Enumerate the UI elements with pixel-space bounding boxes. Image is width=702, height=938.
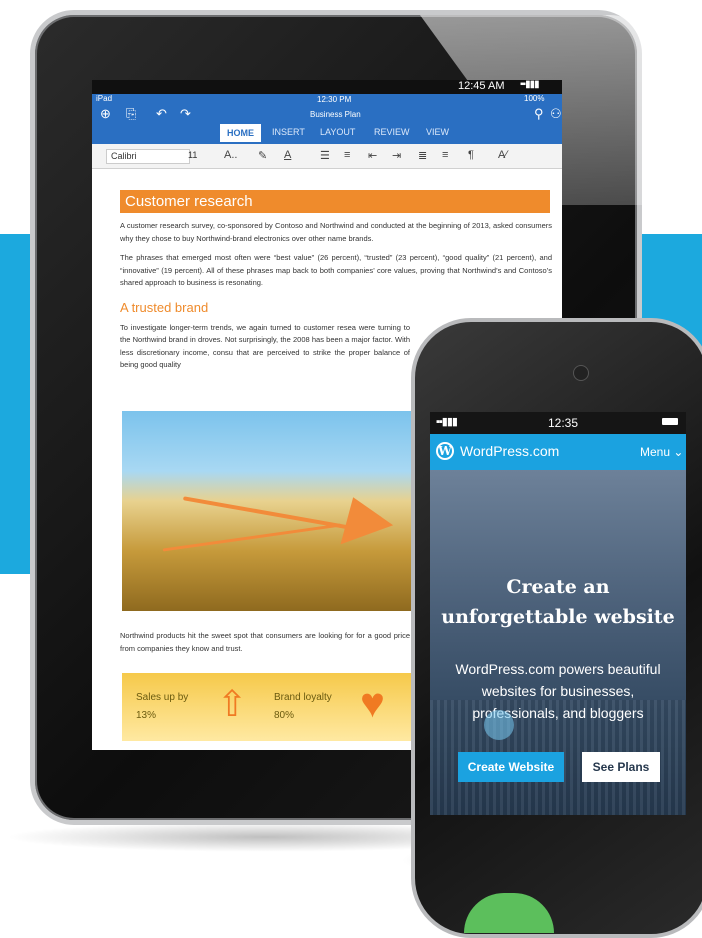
- font-color-icon[interactable]: A: [284, 149, 291, 161]
- paragraph-4: Northwind products hit the sweet spot th…: [120, 631, 410, 653]
- indent-icon[interactable]: ⇥: [392, 149, 401, 162]
- stat-loyalty-value: 80%: [274, 710, 295, 721]
- save-icon[interactable]: ⎘: [126, 106, 136, 122]
- undo-icon[interactable]: ↶: [156, 106, 167, 122]
- phone-signal-icon: ▪▪▮▮▮: [436, 416, 458, 428]
- hero-title-line2: unforgettable website: [441, 606, 675, 628]
- battery-label: 100%: [524, 94, 545, 103]
- paragraph-icon[interactable]: ¶: [468, 149, 474, 161]
- hero-section: Create an unforgettable website WordPres…: [430, 470, 686, 815]
- stat-sales: Sales up by 13%: [136, 689, 188, 725]
- paragraph-3: To investigate longer-term trends, we ag…: [120, 322, 410, 370]
- tab-layout[interactable]: LAYOUT: [320, 127, 355, 137]
- phone-camera: [573, 365, 589, 381]
- device-clock: 12:30 PM: [317, 95, 352, 104]
- kite-photo: [122, 411, 412, 611]
- wordpress-brand[interactable]: WordPress.com: [460, 443, 559, 459]
- highlight-icon[interactable]: ✎: [258, 149, 267, 162]
- menu-button[interactable]: Menu ⌄: [640, 445, 683, 459]
- stat-sales-value: 13%: [136, 710, 157, 721]
- see-plans-button[interactable]: See Plans: [582, 752, 660, 782]
- tab-review[interactable]: REVIEW: [374, 127, 410, 137]
- create-website-button[interactable]: Create Website: [458, 752, 564, 782]
- tab-insert[interactable]: INSERT: [272, 127, 305, 137]
- heading-customer-research: Customer research: [120, 190, 550, 213]
- document-title: Business Plan: [310, 110, 361, 119]
- wordpress-header: W WordPress.com Menu ⌄: [430, 434, 686, 470]
- search-icon[interactable]: ⚲: [534, 106, 544, 122]
- numbering-icon[interactable]: ≡: [344, 149, 350, 161]
- font-grow-icon[interactable]: A..: [224, 149, 237, 161]
- spacing-icon[interactable]: ≡: [442, 149, 448, 161]
- hero-title-line1: Create an: [506, 576, 610, 598]
- back-icon[interactable]: ⊕: [100, 106, 111, 122]
- tab-view[interactable]: VIEW: [426, 127, 449, 137]
- device-label: iPad: [96, 94, 113, 103]
- paragraph-2: The phrases that emerged most often were…: [120, 253, 552, 287]
- hero-subtitle: WordPress.com powers beautiful websites …: [455, 661, 661, 721]
- outer-status-bar: 12:45 AM ▪▪▮▮▮: [92, 80, 562, 94]
- phone-time: 12:35: [548, 416, 579, 430]
- redo-icon[interactable]: ↷: [180, 106, 191, 122]
- styles-icon[interactable]: A∕: [498, 149, 507, 161]
- kite-tail-2: [162, 523, 342, 552]
- hero-title: Create an unforgettable website: [430, 572, 686, 632]
- font-size-field[interactable]: 11: [188, 149, 206, 162]
- align-icon[interactable]: ≣: [418, 149, 427, 162]
- heading-trusted-brand: A trusted brand: [120, 299, 209, 315]
- outdent-icon[interactable]: ⇤: [368, 149, 377, 162]
- dollar-arrow-icon: ⇧: [217, 683, 248, 724]
- stat-loyalty-label: Brand loyalty: [274, 692, 332, 703]
- formatting-toolbar: Calibri 11 A.. ✎ A ☰ ≡ ⇤ ⇥ ≣ ≡ ¶ A∕: [92, 144, 562, 169]
- phone-battery-icon: [662, 418, 678, 425]
- bullets-icon[interactable]: ☰: [320, 149, 330, 162]
- paragraph-1: A customer research survey, co-sponsored…: [120, 221, 552, 243]
- ribbon-tabs: HOME INSERT LAYOUT REVIEW VIEW: [92, 124, 562, 144]
- stat-sales-label: Sales up by: [136, 692, 189, 703]
- stat-loyalty: Brand loyalty 80%: [274, 689, 332, 725]
- heart-icon: ♥: [360, 679, 385, 726]
- stats-banner: Sales up by 13% ⇧ Brand loyalty 80% ♥: [122, 673, 412, 741]
- kite-image: [326, 487, 394, 545]
- tab-home[interactable]: HOME: [220, 124, 261, 142]
- share-icon[interactable]: ⚇: [550, 106, 562, 122]
- status-time: 12:45 AM: [458, 80, 505, 92]
- font-name-field[interactable]: Calibri: [106, 149, 190, 164]
- phone-status-bar: ▪▪▮▮▮ 12:35: [430, 412, 686, 434]
- signal-icon: ▪▪▮▮▮: [520, 80, 540, 90]
- touch-indicator: [484, 710, 514, 740]
- phone-screen: ▪▪▮▮▮ 12:35 W WordPress.com Menu ⌄ Creat…: [430, 412, 686, 815]
- wordpress-logo-icon[interactable]: W: [436, 442, 454, 460]
